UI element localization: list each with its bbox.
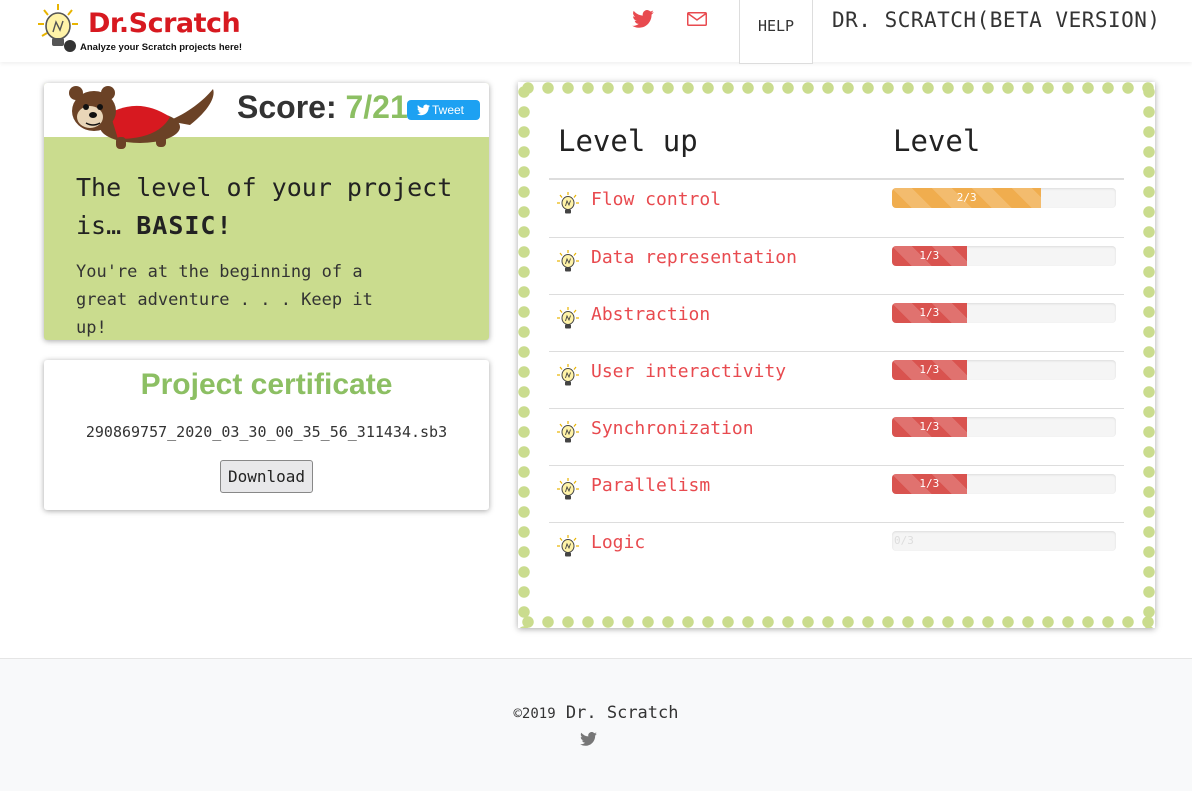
nav-help-link[interactable]: HELP [739,0,813,64]
dr-scratch-logo[interactable]: Dr.Scratch Analyze your Scratch projects… [36,2,246,58]
skill-label[interactable]: Data representation [591,247,797,268]
level-message: You're at the beginning of a great adven… [76,262,373,338]
twitter-bird-icon [417,104,430,116]
certificate-title: Project certificate [140,368,393,401]
progress-fill: 1/3 [892,360,967,380]
project-filename: 290869757_2020_03_30_00_35_56_311434.sb3 [85,423,448,441]
ferret-mascot-icon [69,86,214,149]
progress-bar: 1/3 [892,474,1116,494]
progress-fill: 1/3 [892,417,967,437]
skill-row: Parallelism 1/3 [549,465,1124,522]
progress-bar: 2/3 [892,188,1116,208]
certificate-card: Project certificate 290869757_2020_03_30… [44,360,489,510]
progress-fill: 1/3 [892,246,967,266]
footer-brand: Dr. Scratch [565,703,679,723]
progress-fill: 1/3 [892,303,967,323]
skill-row: User interactivity 1/3 [549,351,1124,408]
lightbulb-icon [557,307,579,329]
lightbulb-icon [557,478,579,500]
download-button[interactable]: Download [220,460,313,493]
skill-label[interactable]: Abstraction [591,304,710,325]
progress-fill: 1/3 [892,474,967,494]
twitter-icon[interactable] [632,10,654,28]
progress-bar: 0/3 [892,531,1116,551]
score-card: Score: 7/21 Tweet The level of your proj… [44,83,489,340]
tweet-label: Tweet [432,103,465,117]
skill-row: Data representation 1/3 [549,237,1124,294]
footer: ©2019 Dr. Scratch [0,658,1192,791]
twitter-icon[interactable] [580,732,597,746]
lightbulb-icon [557,535,579,557]
level-word: BASIC! [136,211,233,240]
navbar: Dr.Scratch Analyze your Scratch projects… [0,0,1192,64]
lightbulb-icon [557,192,579,214]
progress-fill: 2/3 [892,188,1042,208]
skill-label[interactable]: Synchronization [591,418,754,439]
lightbulb-icon [557,421,579,443]
skill-label[interactable]: Parallelism [591,475,710,496]
logo-tagline: Analyze your Scratch projects here! [80,42,243,53]
column-header-level: Level [893,124,981,158]
progress-bar: 1/3 [892,303,1116,323]
progress-bar: 1/3 [892,417,1116,437]
score-display: Score: 7/21 [237,89,408,126]
score-label: Score: [237,89,337,125]
score-value: 7/21 [345,89,408,125]
project-level-text: The level of your project is… BASIC! [76,169,456,245]
level-up-panel: Level up Level Flow control 2/3 Data rep… [518,82,1155,628]
lightbulb-icon [557,250,579,272]
skill-row: Synchronization 1/3 [549,408,1124,465]
copyright-year: ©2019 [513,706,556,722]
level-prefix: The level of your project is… [76,173,453,240]
column-header-skill: Level up [558,124,698,158]
lightbulb-icon [557,364,579,386]
footer-copyright: ©2019 Dr. Scratch [0,703,1192,723]
nav-brand-link[interactable]: DR. SCRATCH(BETA VERSION) [832,8,1161,32]
skill-row: Flow control 2/3 [549,180,1124,237]
mail-icon[interactable] [687,12,707,26]
skill-label[interactable]: Logic [591,532,645,553]
progress-bar: 1/3 [892,246,1116,266]
logo-title: Dr.Scratch [88,8,241,39]
skill-row: Abstraction 1/3 [549,294,1124,351]
skill-row: Logic 0/3 [549,522,1124,579]
progress-fill: 0/3 [894,534,914,547]
progress-bar: 1/3 [892,360,1116,380]
skill-label[interactable]: Flow control [591,189,721,210]
skill-label[interactable]: User interactivity [591,361,786,382]
tweet-button[interactable]: Tweet [407,100,480,120]
